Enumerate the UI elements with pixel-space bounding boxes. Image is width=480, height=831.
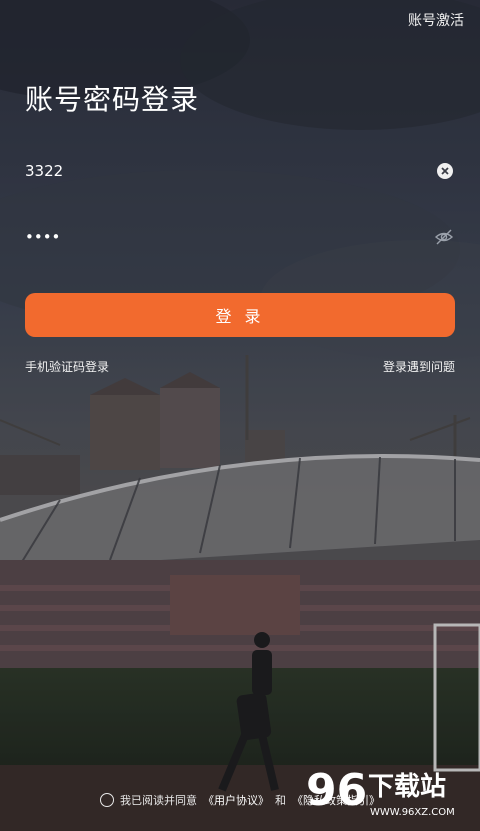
watermark-url: WWW.96XZ.COM <box>370 807 455 818</box>
login-problem-link[interactable]: 登录遇到问题 <box>383 358 455 375</box>
watermark-logo: 96 下载站 WWW.96XZ.COM <box>304 761 474 825</box>
username-input[interactable] <box>25 162 435 180</box>
page-title: 账号密码登录 <box>25 83 200 116</box>
login-button[interactable]: 登 录 <box>25 293 455 337</box>
username-field <box>25 154 455 188</box>
eye-hidden-icon[interactable] <box>433 226 455 248</box>
background-image <box>0 0 480 831</box>
agreement-radio[interactable] <box>100 793 114 807</box>
agreement-text: 我已阅读并同意 <box>120 794 197 807</box>
watermark-number: 96 <box>306 765 367 816</box>
sms-login-link[interactable]: 手机验证码登录 <box>25 358 109 375</box>
agreement-and-text: 和 <box>275 794 286 807</box>
user-agreement-link[interactable]: 《用户协议》 <box>203 792 269 808</box>
password-input[interactable] <box>25 228 433 246</box>
password-field <box>25 220 455 254</box>
activate-account-link[interactable]: 账号激活 <box>408 10 464 30</box>
watermark-brand: 下载站 <box>368 772 446 802</box>
clear-icon[interactable] <box>435 161 455 181</box>
